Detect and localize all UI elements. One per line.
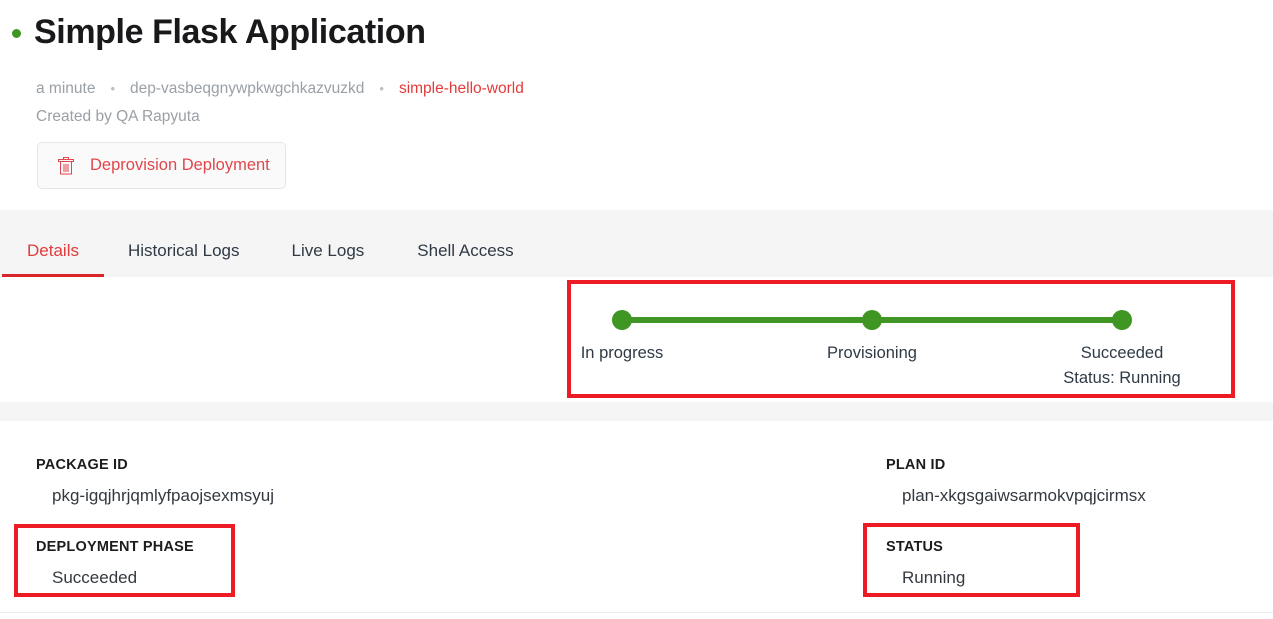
progress-stepper (612, 310, 1132, 330)
stepper-dot-succeeded (1112, 310, 1132, 330)
stepper-label-text: In progress (580, 344, 664, 362)
page-title: Simple Flask Application (34, 13, 426, 51)
title-row: Simple Flask Application (12, 10, 426, 54)
stepper-label-text: Provisioning (827, 344, 917, 362)
page-header: Simple Flask Application a minute • dep-… (0, 0, 1273, 210)
field-status: STATUS Running (886, 537, 965, 590)
stepper-label-provisioning: Provisioning (827, 341, 917, 365)
field-package-id: PACKAGE ID pkg-igqjhrjqmlyfpaojsexmsyuj (36, 455, 274, 508)
stepper-label-succeeded: Succeeded Status: Running (1063, 341, 1180, 391)
stepper-label-text: Succeeded (1080, 344, 1164, 362)
tab-list: Details Historical Logs Live Logs Shell … (0, 210, 514, 277)
field-label: PLAN ID (886, 457, 946, 473)
field-label: DEPLOYMENT PHASE (36, 539, 194, 555)
details-panel: PACKAGE ID pkg-igqjhrjqmlyfpaojsexmsyuj … (0, 421, 1273, 613)
tab-shell-access[interactable]: Shell Access (417, 241, 513, 277)
meta-deployment-id: dep-vasbeqgnywpkwgchkazvuzkd (130, 80, 365, 97)
stepper-dot-provisioning (862, 310, 882, 330)
meta-age: a minute (36, 80, 96, 97)
deprovision-deployment-button[interactable]: Deprovision Deployment (37, 142, 286, 189)
field-label: STATUS (886, 539, 944, 555)
package-link[interactable]: simple-hello-world (399, 77, 524, 101)
deployment-status-dot (12, 28, 21, 38)
bottom-divider (0, 612, 1273, 613)
meta-separator-icon: • (379, 81, 384, 96)
tab-live-logs[interactable]: Live Logs (292, 241, 365, 277)
breadcrumb: a minute • dep-vasbeqgnywpkwgchkazvuzkd … (36, 77, 524, 101)
field-value: Succeeded (52, 568, 138, 587)
deployment-progress-section: In progress Provisioning Succeeded Statu… (0, 277, 1273, 402)
field-value: Running (902, 568, 966, 587)
meta-separator-icon: • (110, 81, 116, 96)
deprovision-button-label: Deprovision Deployment (90, 156, 270, 174)
tab-details[interactable]: Details (2, 241, 104, 277)
trash-icon (58, 156, 74, 174)
field-plan-id: PLAN ID plan-xkgsgaiwsarmokvpqjcirmsx (886, 455, 1146, 508)
tab-bar: Details Historical Logs Live Logs Shell … (0, 210, 1273, 277)
field-deployment-phase: DEPLOYMENT PHASE Succeeded (36, 537, 194, 590)
stepper-label-in-progress: In progress (581, 341, 664, 365)
created-by-label: Created by QA Rapyuta (36, 108, 200, 125)
section-separator (0, 402, 1273, 421)
field-value: plan-xkgsgaiwsarmokvpqjcirmsx (902, 486, 1146, 505)
field-value: pkg-igqjhrjqmlyfpaojsexmsyuj (52, 486, 275, 505)
field-label: PACKAGE ID (36, 457, 128, 473)
tab-historical-logs[interactable]: Historical Logs (128, 241, 240, 277)
stepper-dot-in-progress (612, 310, 632, 330)
stepper-sublabel-status: Status: Running (1063, 369, 1181, 387)
